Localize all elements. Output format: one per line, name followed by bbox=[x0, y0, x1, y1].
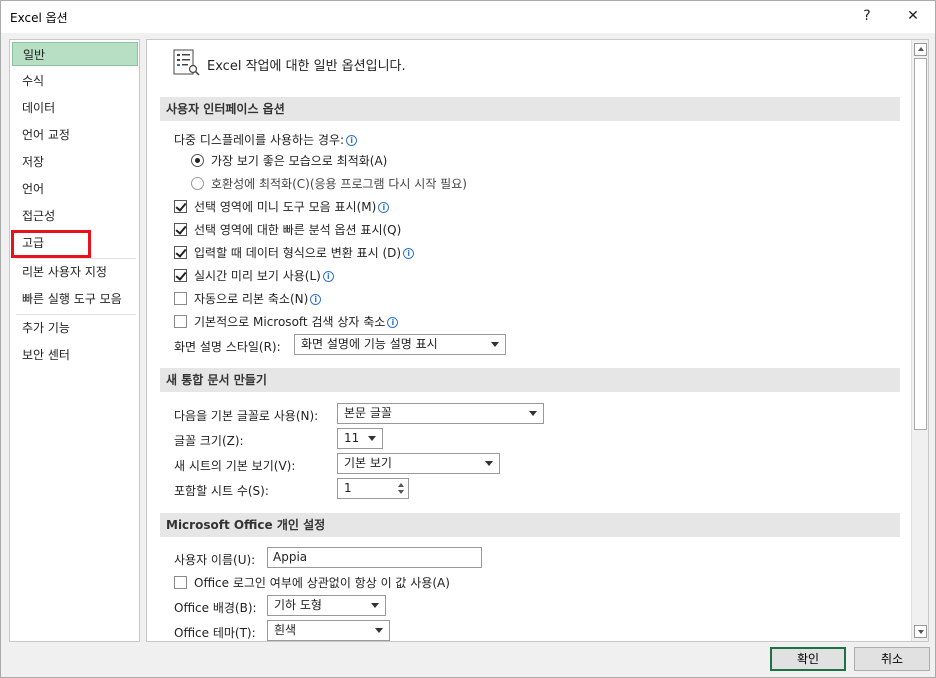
chevron-down-icon bbox=[368, 436, 376, 441]
info-icon: i bbox=[322, 271, 334, 282]
checkbox-label: 입력할 때 데이터 형식으로 변환 표시 (D) bbox=[194, 246, 402, 260]
info-icon: i bbox=[310, 294, 322, 305]
page-heading: Excel 작업에 대한 일반 옵션입니다. bbox=[207, 59, 406, 74]
office-background-label: Office 배경(B): bbox=[174, 601, 257, 615]
info-icon: i bbox=[403, 248, 415, 259]
font-size-label: 글꼴 크기(Z): bbox=[174, 434, 244, 448]
sheet-count-spinner[interactable]: 1 bbox=[337, 478, 409, 499]
sidebar-item-trust-center[interactable]: 보안 센터 bbox=[12, 343, 138, 367]
sidebar-item-proofing[interactable]: 언어 교정 bbox=[12, 123, 138, 147]
close-button[interactable]: ✕ bbox=[899, 5, 927, 29]
username-input[interactable]: Appia bbox=[267, 547, 482, 568]
option-live-preview[interactable]: 실시간 미리 보기 사용(L) i bbox=[174, 267, 334, 284]
excel-options-window: Excel 옵션 ? ✕ 일반 수식 데이터 언어 교정 저장 언어 접근성 고… bbox=[0, 0, 936, 678]
checkbox-unchecked[interactable] bbox=[174, 292, 187, 305]
sidebar-item-language[interactable]: 언어 bbox=[12, 177, 138, 201]
sidebar-item-accessibility[interactable]: 접근성 bbox=[12, 204, 138, 228]
option-always-use-values[interactable]: Office 로그인 여부에 상관없이 항상 이 값 사용(A) bbox=[174, 574, 450, 591]
default-view-label: 새 시트의 기본 보기(V): bbox=[174, 459, 296, 473]
checkbox-label: 실시간 미리 보기 사용(L) bbox=[194, 269, 321, 283]
checkbox-unchecked[interactable] bbox=[174, 576, 187, 589]
dropdown-value: 기본 보기 bbox=[344, 456, 392, 470]
default-font-dropdown[interactable]: 본문 글꼴 bbox=[337, 403, 544, 424]
option-collapse-ribbon[interactable]: 자동으로 리본 축소(N) i bbox=[174, 290, 322, 307]
ok-button[interactable]: 확인 bbox=[770, 647, 846, 671]
sidebar-separator bbox=[16, 314, 136, 315]
radio-selected-icon[interactable] bbox=[191, 154, 204, 167]
radio-unselected-icon[interactable] bbox=[191, 177, 204, 190]
checkbox-checked[interactable] bbox=[174, 200, 187, 213]
checkbox-checked[interactable] bbox=[174, 223, 187, 236]
dropdown-value: 기하 도형 bbox=[274, 598, 322, 612]
sidebar-item-quick-access-toolbar[interactable]: 빠른 실행 도구 모음 bbox=[12, 287, 138, 311]
options-content-pane: Excel 작업에 대한 일반 옵션입니다. 사용자 인터페이스 옵션 다중 디… bbox=[146, 39, 929, 642]
sheet-count-label: 포함할 시트 수(S): bbox=[174, 484, 269, 498]
vertical-scrollbar[interactable] bbox=[911, 40, 928, 641]
info-icon: i bbox=[378, 202, 390, 213]
screentip-style-label: 화면 설명 스타일(R): bbox=[174, 340, 281, 354]
dropdown-value: 11 bbox=[344, 431, 360, 445]
scrollbar-thumb[interactable] bbox=[914, 58, 927, 430]
radio-label: 호환성에 최적화(C)(응용 프로그램 다시 시작 필요) bbox=[211, 177, 467, 191]
checkbox-label: 선택 영역에 대한 빠른 분석 옵션 표시(Q) bbox=[194, 223, 402, 237]
scroll-down-icon[interactable] bbox=[914, 625, 927, 638]
checkbox-checked[interactable] bbox=[174, 269, 187, 282]
checkbox-label: 자동으로 리본 축소(N) bbox=[194, 292, 309, 306]
title-bar: Excel 옵션 ? ✕ bbox=[1, 1, 935, 33]
dropdown-value: 화면 설명에 기능 설명 표시 bbox=[301, 337, 438, 351]
option-collapse-search[interactable]: 기본적으로 Microsoft 검색 상자 축소 i bbox=[174, 313, 399, 330]
option-mini-toolbar[interactable]: 선택 영역에 미니 도구 모음 표시(M) i bbox=[174, 198, 390, 215]
info-icon: i bbox=[346, 135, 358, 146]
checkbox-label: 선택 영역에 미니 도구 모음 표시(M) bbox=[194, 200, 377, 214]
spinner-value: 1 bbox=[344, 481, 352, 495]
sidebar-separator bbox=[16, 258, 136, 259]
username-label: 사용자 이름(U): bbox=[174, 553, 256, 567]
checkbox-checked[interactable] bbox=[174, 246, 187, 259]
sidebar-item-add-ins[interactable]: 추가 기능 bbox=[12, 316, 138, 340]
radio-best-appearance[interactable]: 가장 보기 좋은 모습으로 최적화(A) bbox=[191, 152, 387, 169]
spin-down-icon[interactable] bbox=[398, 490, 404, 494]
checkbox-label: Office 로그인 여부에 상관없이 항상 이 값 사용(A) bbox=[194, 576, 450, 590]
sidebar-item-formulas[interactable]: 수식 bbox=[12, 69, 138, 93]
sidebar-item-data[interactable]: 데이터 bbox=[12, 96, 138, 120]
checkbox-label: 기본적으로 Microsoft 검색 상자 축소 bbox=[194, 315, 386, 329]
cancel-button[interactable]: 취소 bbox=[854, 647, 930, 671]
default-font-label: 다음을 기본 글꼴로 사용(N): bbox=[174, 409, 319, 423]
dropdown-value: 본문 글꼴 bbox=[344, 406, 392, 420]
section-office-personalize: Microsoft Office 개인 설정 bbox=[160, 513, 900, 537]
screentip-style-dropdown[interactable]: 화면 설명에 기능 설명 표시 bbox=[294, 334, 506, 355]
dropdown-value: 흰색 bbox=[274, 623, 297, 637]
highlight-annotation-box bbox=[11, 230, 91, 258]
chevron-down-icon bbox=[529, 411, 537, 416]
scroll-up-icon[interactable] bbox=[914, 43, 927, 56]
general-options-icon bbox=[173, 49, 200, 76]
window-title: Excel 옵션 bbox=[10, 11, 68, 25]
default-view-dropdown[interactable]: 기본 보기 bbox=[337, 453, 500, 474]
info-icon: i bbox=[387, 317, 399, 328]
option-data-type-convert[interactable]: 입력할 때 데이터 형식으로 변환 표시 (D) i bbox=[174, 244, 415, 261]
font-size-dropdown[interactable]: 11 bbox=[337, 428, 383, 449]
spin-up-icon[interactable] bbox=[398, 483, 404, 487]
chevron-down-icon bbox=[375, 628, 383, 633]
section-new-workbook: 새 통합 문서 만들기 bbox=[160, 368, 900, 392]
sidebar-item-save[interactable]: 저장 bbox=[12, 150, 138, 174]
sidebar-item-customize-ribbon[interactable]: 리본 사용자 지정 bbox=[12, 260, 138, 284]
office-theme-label: Office 테마(T): bbox=[174, 626, 256, 640]
option-quick-analysis[interactable]: 선택 영역에 대한 빠른 분석 옵션 표시(Q) bbox=[174, 221, 401, 238]
checkbox-unchecked[interactable] bbox=[174, 315, 187, 328]
sidebar-item-general[interactable]: 일반 bbox=[12, 42, 138, 66]
category-sidebar: 일반 수식 데이터 언어 교정 저장 언어 접근성 고급 리본 사용자 지정 빠… bbox=[9, 39, 140, 642]
radio-compatibility[interactable]: 호환성에 최적화(C)(응용 프로그램 다시 시작 필요) bbox=[191, 175, 467, 192]
chevron-down-icon bbox=[485, 461, 493, 466]
multi-display-text: 다중 디스플레이를 사용하는 경우: bbox=[174, 133, 345, 147]
chevron-down-icon bbox=[491, 342, 499, 347]
office-background-dropdown[interactable]: 기하 도형 bbox=[267, 595, 386, 616]
radio-label: 가장 보기 좋은 모습으로 최적화(A) bbox=[211, 154, 388, 168]
help-button[interactable]: ? bbox=[853, 5, 881, 29]
office-theme-dropdown[interactable]: 흰색 bbox=[267, 620, 390, 641]
section-ui-options: 사용자 인터페이스 옵션 bbox=[160, 97, 900, 121]
chevron-down-icon bbox=[371, 603, 379, 608]
multi-display-label: 다중 디스플레이를 사용하는 경우: i bbox=[174, 131, 358, 148]
